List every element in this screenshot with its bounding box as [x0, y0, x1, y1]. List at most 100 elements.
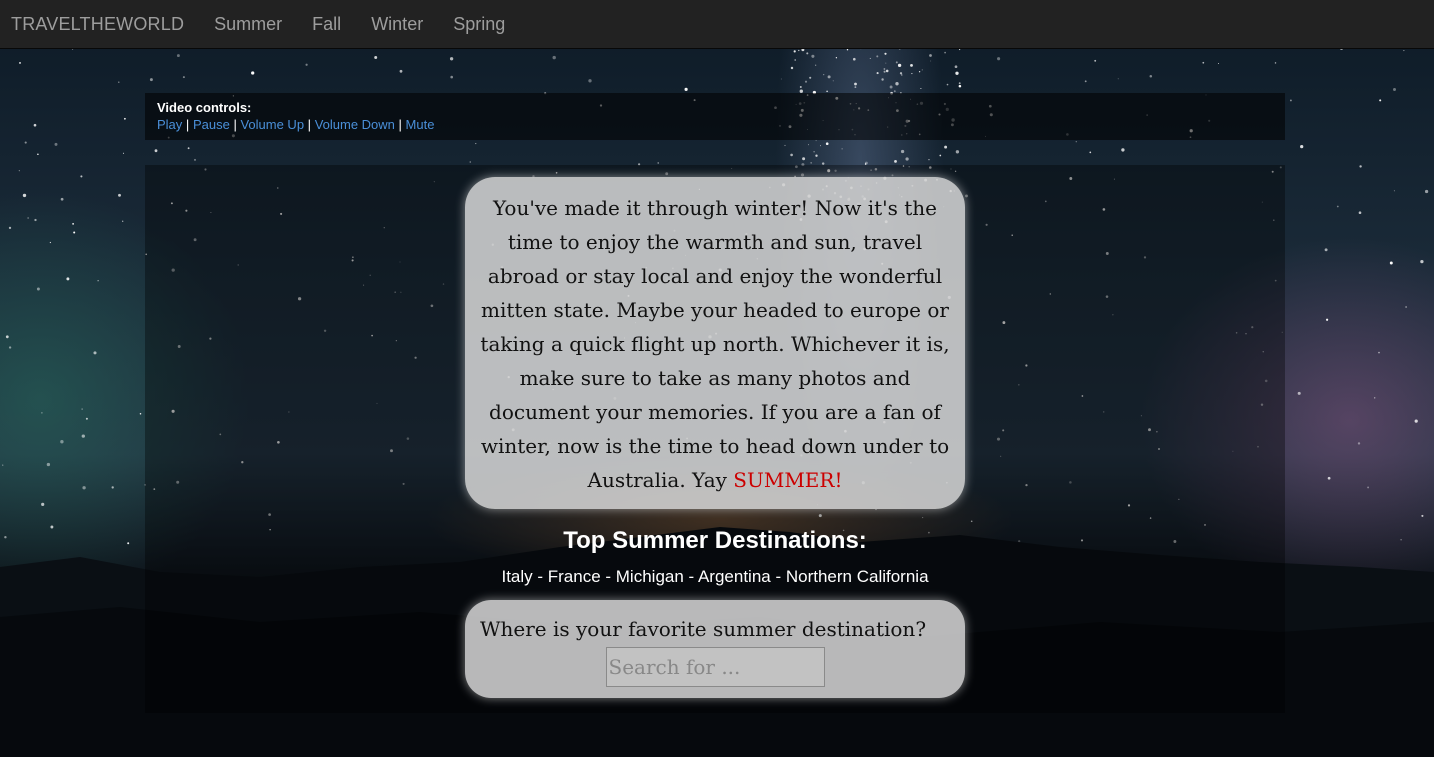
star	[832, 80, 834, 82]
star	[876, 55, 879, 58]
star	[911, 73, 913, 75]
play-link[interactable]: Play	[157, 117, 182, 132]
star	[22, 193, 27, 198]
star	[810, 162, 812, 164]
star	[46, 462, 51, 467]
star	[946, 83, 949, 86]
star	[954, 65, 958, 69]
star	[901, 74, 903, 76]
star	[1367, 486, 1370, 489]
star	[929, 54, 932, 57]
star	[793, 50, 796, 53]
star	[790, 153, 793, 157]
star	[885, 62, 887, 64]
search-question: Where is your favorite summer destinatio…	[479, 617, 927, 641]
volume-down-link[interactable]: Volume Down	[315, 117, 395, 132]
star	[780, 78, 782, 80]
star	[97, 280, 99, 282]
star	[930, 60, 932, 62]
star	[798, 49, 800, 52]
star	[82, 486, 86, 490]
star	[955, 150, 960, 154]
star	[784, 144, 786, 147]
star	[1274, 62, 1277, 64]
star	[881, 78, 884, 81]
star	[815, 140, 817, 142]
star	[825, 142, 829, 146]
star	[1149, 74, 1153, 78]
star	[852, 57, 856, 61]
search-input[interactable]	[605, 647, 825, 687]
star	[1324, 248, 1328, 252]
star	[154, 149, 158, 153]
star	[811, 54, 815, 58]
star	[8, 226, 12, 230]
star	[37, 153, 39, 156]
star	[813, 151, 815, 153]
star	[1389, 261, 1393, 265]
brand-link[interactable]: TRAVELTHEWORLD	[0, 14, 199, 35]
star	[49, 241, 52, 244]
star	[1289, 99, 1292, 102]
star	[854, 86, 857, 89]
star	[72, 223, 74, 225]
star	[118, 81, 120, 83]
star	[815, 64, 817, 66]
volume-up-link[interactable]: Volume Up	[240, 117, 304, 132]
star	[1403, 50, 1405, 52]
mute-link[interactable]: Mute	[406, 117, 435, 132]
separator: |	[185, 117, 190, 132]
star	[80, 175, 83, 178]
star	[823, 74, 825, 76]
star	[54, 142, 58, 146]
video-controls-title: Video controls:	[157, 100, 252, 115]
star	[1300, 144, 1304, 149]
star	[1336, 205, 1339, 208]
star	[808, 144, 810, 146]
pause-link[interactable]: Pause	[193, 117, 230, 132]
star	[1075, 141, 1077, 143]
star	[1378, 351, 1380, 354]
star	[899, 72, 903, 75]
star	[854, 82, 857, 86]
star	[1217, 63, 1219, 65]
star	[81, 408, 83, 410]
star	[251, 71, 255, 75]
star	[944, 51, 946, 54]
star	[5, 335, 9, 339]
separator: |	[398, 117, 402, 132]
star	[1202, 61, 1205, 64]
nav-link-winter[interactable]: Winter	[356, 14, 438, 35]
star	[794, 59, 797, 61]
star	[449, 57, 454, 61]
star	[1359, 165, 1362, 168]
video-controls-links: Play | Pause | Volume Up | Volume Down |…	[157, 115, 1273, 135]
star	[905, 157, 909, 161]
top-navbar: TRAVELTHEWORLD Summer Fall Winter Spring	[0, 0, 1434, 49]
star	[122, 152, 125, 154]
star	[1414, 419, 1418, 423]
star	[885, 69, 889, 73]
star	[1421, 514, 1424, 517]
nav-link-spring[interactable]: Spring	[438, 14, 520, 35]
intro-card: You've made it through winter! Now it's …	[465, 177, 965, 509]
star	[893, 90, 896, 93]
star	[809, 76, 812, 79]
star	[194, 158, 196, 161]
star	[124, 117, 126, 120]
star	[827, 75, 831, 79]
star	[36, 287, 40, 291]
star	[1121, 148, 1125, 152]
star	[73, 231, 76, 234]
star	[889, 85, 893, 89]
intro-highlight: SUMMER!	[733, 468, 843, 492]
star	[820, 145, 821, 147]
nav-link-fall[interactable]: Fall	[297, 14, 356, 35]
destinations-list: Italy - France - Michigan - Argentina - …	[501, 567, 929, 586]
star	[918, 71, 921, 73]
star	[804, 80, 808, 83]
nav-link-summer[interactable]: Summer	[199, 14, 297, 35]
star	[1405, 306, 1407, 308]
star	[2, 464, 4, 466]
star	[958, 48, 961, 51]
